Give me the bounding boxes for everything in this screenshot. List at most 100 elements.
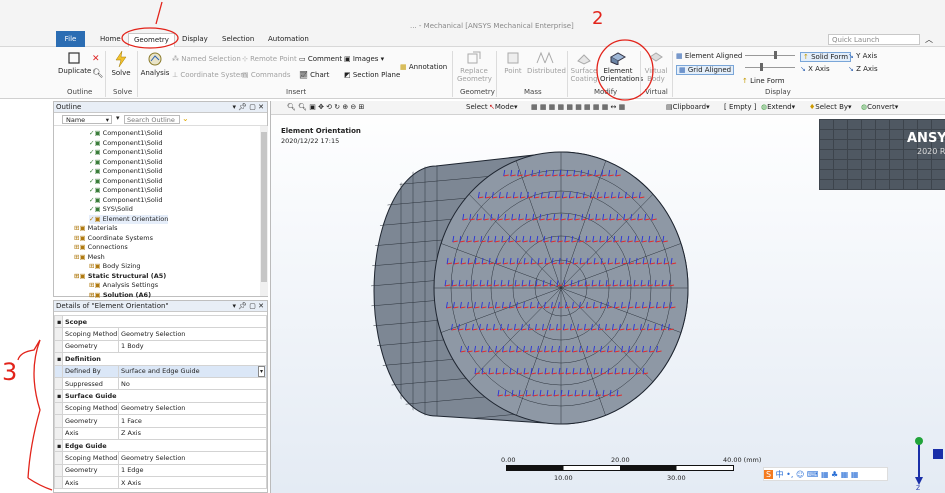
- y-axis-toggle[interactable]: ↘ Y Axis: [848, 52, 877, 60]
- row-expander[interactable]: ▪: [54, 389, 63, 403]
- outline-filter-icon[interactable]: ▾: [116, 114, 120, 122]
- model-cylinder[interactable]: [361, 146, 701, 431]
- tree-item[interactable]: ⊞▣ Materials: [74, 224, 117, 233]
- extend-button[interactable]: ◍Extend▾: [761, 101, 795, 114]
- commands-button[interactable]: ▤ Commands: [242, 71, 290, 79]
- tree-item[interactable]: ⊞▣ Coordinate Systems: [74, 234, 153, 243]
- property-value[interactable]: Geometry Selection: [118, 327, 267, 341]
- tree-item[interactable]: ⊞▣ Body Sizing: [89, 262, 141, 271]
- tree-item[interactable]: ✓▣ Element Orientation: [89, 214, 169, 224]
- tree-item[interactable]: ✓▣ Component1\Solid: [89, 186, 163, 195]
- property-value[interactable]: 1 Edge: [118, 463, 267, 478]
- details-property-row[interactable]: Geometry 1 Edge: [54, 463, 267, 478]
- x-axis-toggle[interactable]: ↘ X Axis: [800, 65, 830, 73]
- analysis-button[interactable]: Analysis: [140, 51, 170, 77]
- property-value[interactable]: No: [118, 376, 267, 391]
- section-plane-button[interactable]: ◩ Section Plane: [344, 71, 400, 79]
- distributed-mass-button[interactable]: Distributed: [527, 51, 566, 75]
- element-orientations-button[interactable]: Element Orientations: [600, 51, 643, 83]
- z-axis-toggle[interactable]: ↘ Z Axis: [848, 65, 878, 73]
- solid-form-toggle[interactable]: ↑ Solid Form: [800, 52, 852, 62]
- tab-home[interactable]: Home: [95, 33, 126, 47]
- tree-item[interactable]: ✓▣ Component1\Solid: [89, 196, 163, 205]
- panel-controls-icon[interactable]: ▾ 📌︎ ▢ ✕: [232, 102, 264, 113]
- line-form-toggle[interactable]: ↑ Line Form: [742, 77, 785, 85]
- tree-item[interactable]: ✓▣ Component1\Solid: [89, 139, 163, 148]
- chart-button[interactable]: 📈︎ Chart: [299, 71, 329, 79]
- ime-toolbar[interactable]: S 中 •, ☺ ⌨ ▦ ♣ ▦ ▦: [763, 467, 888, 481]
- point-mass-button[interactable]: Point: [502, 51, 524, 75]
- row-expander[interactable]: ▪: [54, 352, 63, 366]
- remote-point-button[interactable]: ⊹ Remote Point: [242, 55, 297, 63]
- find-icon[interactable]: 🔍︎: [92, 69, 103, 79]
- details-property-row[interactable]: Axis Z Axis: [54, 426, 267, 440]
- mode-button[interactable]: ↖Mode▾: [489, 101, 517, 114]
- tab-file[interactable]: File: [56, 31, 85, 47]
- tree-item[interactable]: ⊞▣ Solution (A6): [89, 291, 151, 300]
- select-by-button[interactable]: ♦Select By▾: [809, 101, 852, 114]
- annotation-button[interactable]: ▦ Annotation: [400, 63, 447, 71]
- duplicate-button[interactable]: Duplicate: [58, 51, 91, 75]
- property-value[interactable]: Geometry Selection: [118, 451, 267, 465]
- row-expander[interactable]: ▪: [54, 438, 63, 453]
- display-slider-1[interactable]: [745, 55, 795, 56]
- display-slider-2[interactable]: [745, 67, 795, 68]
- tab-selection[interactable]: Selection: [217, 33, 259, 47]
- convert-button[interactable]: ◍Convert▾: [861, 101, 898, 114]
- property-value[interactable]: X Axis: [118, 476, 267, 490]
- delete-icon[interactable]: ✕: [92, 54, 100, 64]
- tree-item[interactable]: ✓▣ Component1\Solid: [89, 129, 163, 138]
- tree-item[interactable]: ⊞▣ Analysis Settings: [89, 281, 158, 290]
- details-property-row[interactable]: Scoping Method Geometry Selection: [54, 327, 267, 341]
- property-value[interactable]: Z Axis: [118, 426, 267, 440]
- grid-aligned-toggle[interactable]: ▦ Grid Aligned: [676, 65, 735, 75]
- dropdown-arrow-icon[interactable]: ▾: [257, 365, 265, 377]
- solve-button[interactable]: Solve: [110, 50, 132, 77]
- tree-item[interactable]: ⊞▣ Connections: [74, 243, 128, 252]
- zoom-icons[interactable]: 🔍︎ 🔍︎ ▣ ✥ ⟲ ↻ ⊕ ⊖ ⊞: [287, 101, 364, 114]
- panel-controls-icon[interactable]: ▾ 📌︎ ▢ ✕: [232, 301, 264, 312]
- tree-item[interactable]: ⊞▣ Static Structural (A5): [74, 272, 166, 281]
- row-expander[interactable]: ▪: [54, 314, 63, 329]
- property-value[interactable]: 1 Face: [118, 414, 267, 428]
- name-filter-select[interactable]: Name ▾: [62, 115, 112, 124]
- property-value[interactable]: 1 Body: [118, 339, 267, 354]
- selection-filter-icons[interactable]: ▦ ▦ ▦ ▦ ▦ ▦ ▦ ▦ ▦ ↔ ▦: [531, 101, 625, 114]
- tree-item[interactable]: ✓▣ Component1\Solid: [89, 148, 163, 157]
- chevron-up-icon[interactable]: ︿: [925, 34, 933, 45]
- details-property-row[interactable]: Suppressed No: [54, 376, 267, 391]
- property-value[interactable]: Geometry Selection: [118, 401, 267, 416]
- element-aligned-toggle[interactable]: ▦ Element Aligned: [676, 52, 742, 60]
- display-slider-1-thumb[interactable]: [774, 51, 777, 59]
- details-property-row[interactable]: Defined By Surface and Edge Guide ▾: [54, 364, 267, 378]
- tree-item[interactable]: ✓▣ Component1\Solid: [89, 167, 163, 176]
- tree-item[interactable]: ✓▣ SYS\Solid: [89, 205, 133, 214]
- images-button[interactable]: ▣ Images ▾: [344, 55, 384, 63]
- tab-automation[interactable]: Automation: [263, 33, 314, 47]
- details-property-row[interactable]: Scoping Method Geometry Selection: [54, 451, 267, 465]
- display-slider-2-thumb[interactable]: [760, 63, 763, 71]
- replace-geometry-button[interactable]: Replace Geometry: [456, 51, 492, 83]
- coordinate-system-button[interactable]: ⊥ Coordinate System: [172, 71, 247, 79]
- tab-display[interactable]: Display: [177, 33, 213, 47]
- outline-scrollbar[interactable]: [260, 126, 268, 296]
- details-property-row[interactable]: Geometry 1 Face: [54, 414, 267, 428]
- surface-coating-button[interactable]: Surface Coating: [569, 51, 599, 83]
- details-property-row[interactable]: Scoping Method Geometry Selection: [54, 401, 267, 416]
- named-selection-button[interactable]: ⁂ Named Selection: [172, 55, 241, 63]
- tree-item[interactable]: ✓▣ Component1\Solid: [89, 158, 163, 167]
- details-property-row[interactable]: Axis X Axis: [54, 476, 267, 490]
- clipboard-button[interactable]: ▤Clipboard▾: [666, 101, 710, 114]
- outline-search-input[interactable]: [124, 115, 180, 124]
- select-button[interactable]: Select: [466, 101, 488, 114]
- property-value[interactable]: Surface and Edge Guide ▾: [118, 364, 267, 378]
- tree-item[interactable]: ✓▣ Component1\Solid: [89, 177, 163, 186]
- details-property-row[interactable]: Geometry 1 Body: [54, 339, 267, 354]
- virtual-body-button[interactable]: Virtual Body: [643, 51, 669, 83]
- tree-item[interactable]: ⊞▣ Mesh: [74, 253, 105, 262]
- search-options-icon[interactable]: ⌄: [182, 114, 189, 123]
- quick-launch-input[interactable]: Quick Launch: [828, 34, 920, 45]
- comment-button[interactable]: ▭ Comment: [299, 55, 342, 63]
- graphics-viewport[interactable]: 🔍︎ 🔍︎ ▣ ✥ ⟲ ↻ ⊕ ⊖ ⊞ Select ↖Mode▾ ▦ ▦ ▦ …: [270, 101, 945, 493]
- tab-geometry[interactable]: Geometry: [128, 33, 175, 48]
